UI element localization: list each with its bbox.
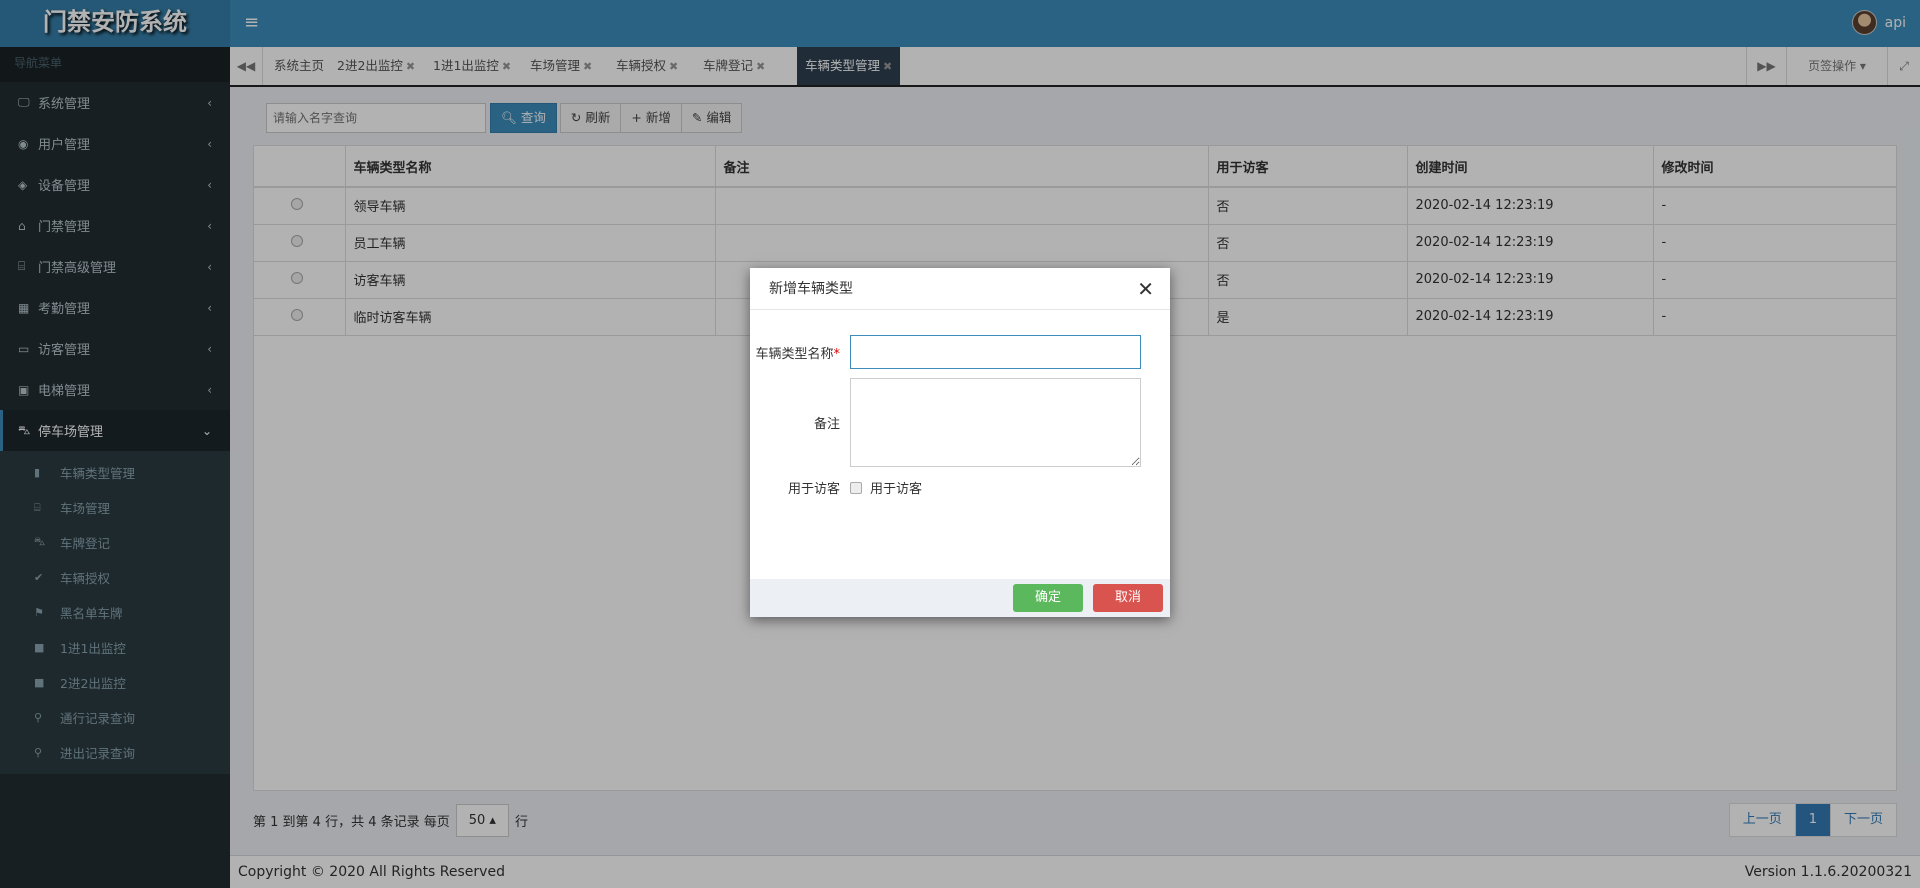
cancel-button[interactable]: 取消 <box>1093 584 1163 612</box>
required-marker: * <box>833 346 841 362</box>
note-textarea[interactable] <box>850 378 1141 467</box>
name-label: 车辆类型名称* <box>750 343 850 362</box>
dialog-footer: 确定 取消 <box>750 579 1170 617</box>
dialog-header: 新增车辆类型 ✕ <box>750 268 1170 310</box>
add-vehicle-type-dialog: 新增车辆类型 ✕ 车辆类型名称* 备注 用于访客 用于访客 确定 取消 <box>750 268 1170 617</box>
visitor-checkbox[interactable] <box>850 481 862 494</box>
confirm-button[interactable]: 确定 <box>1013 584 1083 612</box>
note-label: 备注 <box>813 417 840 432</box>
visitor-checkbox-label[interactable]: 用于访客 <box>870 478 922 497</box>
name-label-text: 车辆类型名称 <box>755 346 834 362</box>
visitor-label: 用于访客 <box>787 482 840 497</box>
vehicle-type-name-input[interactable] <box>850 335 1141 369</box>
dialog-title: 新增车辆类型 <box>769 281 853 297</box>
close-icon[interactable]: ✕ <box>1137 268 1154 310</box>
